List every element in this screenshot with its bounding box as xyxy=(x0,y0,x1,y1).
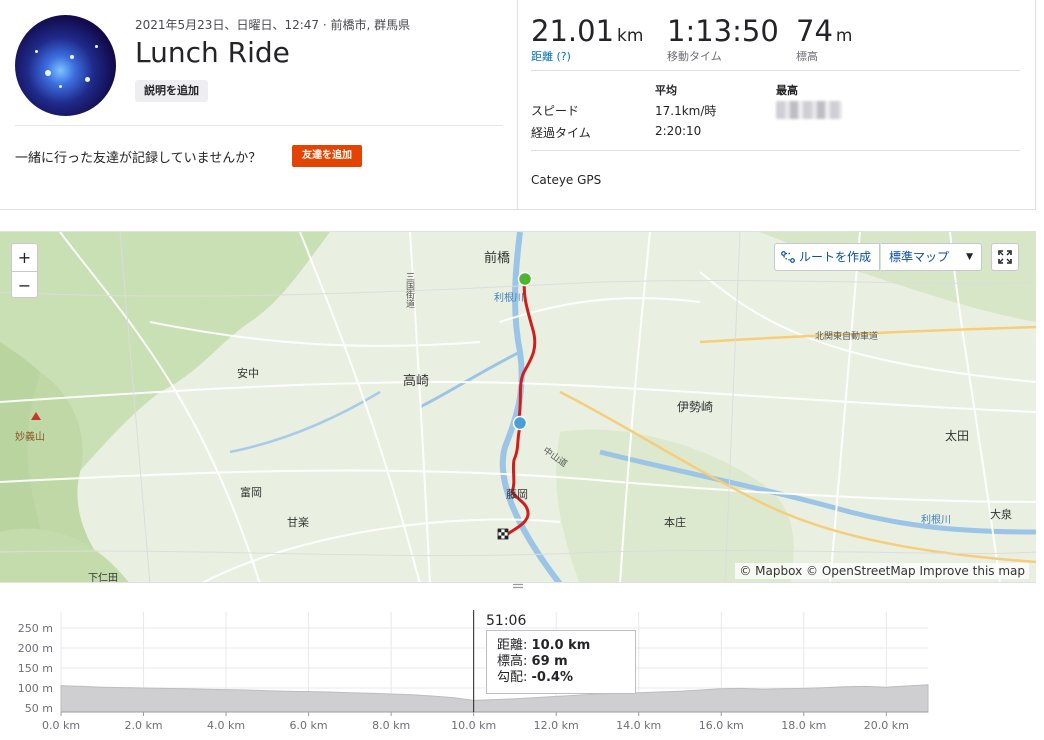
elevation-label: 標高 xyxy=(796,50,818,63)
fullscreen-icon xyxy=(998,250,1012,264)
divider xyxy=(531,150,1020,151)
elevation-value: 74 xyxy=(796,14,833,48)
place-label: 利根川 xyxy=(921,513,951,526)
row-label-elapsed: 経過タイム xyxy=(531,126,591,140)
athlete-avatar[interactable] xyxy=(15,15,116,116)
create-route-button[interactable]: ルートを作成 xyxy=(774,243,881,271)
x-tick-label: 4.0 km xyxy=(207,719,245,732)
zoom-out-button[interactable]: − xyxy=(12,272,37,299)
activity-title: Lunch Ride xyxy=(135,36,290,69)
stat-elevation: 74 m 標高 xyxy=(796,14,852,64)
add-friend-button[interactable]: 友達を追加 xyxy=(292,145,362,167)
map-attribution[interactable]: © Mapbox © OpenStreetMap Improve this ma… xyxy=(735,563,1029,579)
map-canvas: 前橋 利根川 三国街道 安中 高崎 妙義山 伊勢崎 太田 北関東自動車道 中山道… xyxy=(0,232,1036,583)
tooltip-distance-value: 10.0 km xyxy=(531,638,591,653)
divider xyxy=(15,125,503,126)
x-tick-label: 12.0 km xyxy=(534,719,579,732)
place-label: 安中 xyxy=(237,366,259,380)
max-speed-blurred xyxy=(776,101,842,119)
x-tick-label: 6.0 km xyxy=(290,719,328,732)
zoom-control: + − xyxy=(11,243,38,298)
elevation-unit: m xyxy=(835,26,853,46)
route-map[interactable]: 前橋 利根川 三国街道 安中 高崎 妙義山 伊勢崎 太田 北関東自動車道 中山道… xyxy=(0,231,1036,583)
map-type-label: 標準マップ xyxy=(889,250,950,264)
activity-summary: 2021年5月23日、日曜日、12:47 · 前橋市, 群馬県 Lunch Ri… xyxy=(0,0,1036,210)
add-description-button[interactable]: 説明を追加 xyxy=(135,80,208,102)
place-label: 前橋 xyxy=(484,250,510,266)
avg-speed-value: 17.1km/時 xyxy=(655,104,717,118)
tooltip-elevation-value: 69 m xyxy=(531,654,568,669)
route-builder-icon xyxy=(781,251,795,263)
place-label: 三国街道 xyxy=(404,272,415,309)
fullscreen-button[interactable] xyxy=(991,243,1019,271)
x-tick-label: 0.0 km xyxy=(42,719,80,732)
moving-time-label: 移動タイム xyxy=(667,50,722,63)
map-type-select[interactable]: 標準マップ ▼ xyxy=(881,243,982,271)
y-tick-label: 50 m xyxy=(25,702,53,715)
distance-value: 21.01 xyxy=(531,14,615,48)
y-tick-label: 100 m xyxy=(18,682,53,695)
divider xyxy=(531,70,1020,71)
route-start-marker xyxy=(517,271,533,287)
place-label: 高崎 xyxy=(403,373,429,389)
moving-time-value: 1:13:50 xyxy=(667,14,779,48)
activity-meta: 2021年5月23日、日曜日、12:47 · 前橋市, 群馬県 xyxy=(135,18,411,32)
friends-question: 一緒に行った友達が記録していませんか？ xyxy=(15,151,262,166)
x-tick-label: 10.0 km xyxy=(451,719,496,732)
caret-down-icon: ▼ xyxy=(966,252,973,262)
y-tick-label: 250 m xyxy=(18,622,53,635)
place-label: 藤岡 xyxy=(506,488,528,501)
place-label: 利根川 xyxy=(494,291,524,304)
place-label: 下仁田 xyxy=(88,572,118,583)
distance-unit: km xyxy=(617,26,644,46)
place-label: 北関東自動車道 xyxy=(815,330,878,342)
stat-distance: 21.01 km 距離 (?) xyxy=(531,14,643,64)
elapsed-time-value: 2:20:10 xyxy=(655,124,702,138)
place-label: 本庄 xyxy=(664,515,686,529)
place-label: 富岡 xyxy=(240,485,262,499)
place-label: 妙義山 xyxy=(15,430,45,443)
y-tick-label: 200 m xyxy=(18,642,53,655)
place-label: 伊勢崎 xyxy=(677,399,713,414)
x-tick-label: 8.0 km xyxy=(372,719,410,732)
y-tick-label: 150 m xyxy=(18,662,53,675)
place-label: 太田 xyxy=(945,428,969,443)
zoom-in-button[interactable]: + xyxy=(12,244,37,271)
elevation-tooltip: 距離: 10.0 km 標高: 69 m 勾配: -0.4% xyxy=(486,630,636,694)
cursor-time: 51:06 xyxy=(486,613,527,629)
stats-panel: 21.01 km 距離 (?) 1:13:50 移動タイム 74 m 標高 平均 最… xyxy=(519,0,1036,209)
x-tick-label: 16.0 km xyxy=(699,719,744,732)
col-header-max: 最高 xyxy=(776,84,798,97)
place-label: 大泉 xyxy=(990,507,1012,521)
tooltip-distance-label: 距離: xyxy=(497,638,528,653)
device-name: Cateye GPS xyxy=(531,173,602,187)
activity-header: 2021年5月23日、日曜日、12:47 · 前橋市, 群馬県 Lunch Ri… xyxy=(0,0,518,209)
x-tick-label: 20.0 km xyxy=(864,719,909,732)
route-finish-flag-icon xyxy=(497,528,509,540)
tooltip-grade-value: -0.4% xyxy=(531,670,573,685)
tooltip-elevation-label: 標高: xyxy=(497,654,528,669)
tooltip-grade-label: 勾配: xyxy=(497,670,528,685)
x-tick-label: 14.0 km xyxy=(616,719,661,732)
row-label-speed: スピード xyxy=(531,104,580,118)
stat-moving-time: 1:13:50 移動タイム xyxy=(667,14,779,64)
x-tick-label: 18.0 km xyxy=(781,719,826,732)
distance-label[interactable]: 距離 (?) xyxy=(531,48,643,64)
x-tick-label: 2.0 km xyxy=(124,719,162,732)
place-label: 甘楽 xyxy=(287,516,309,529)
resize-handle-icon[interactable] xyxy=(512,583,524,589)
col-header-avg: 平均 xyxy=(655,84,677,97)
create-route-label: ルートを作成 xyxy=(799,250,872,264)
route-cursor-marker xyxy=(512,415,528,431)
